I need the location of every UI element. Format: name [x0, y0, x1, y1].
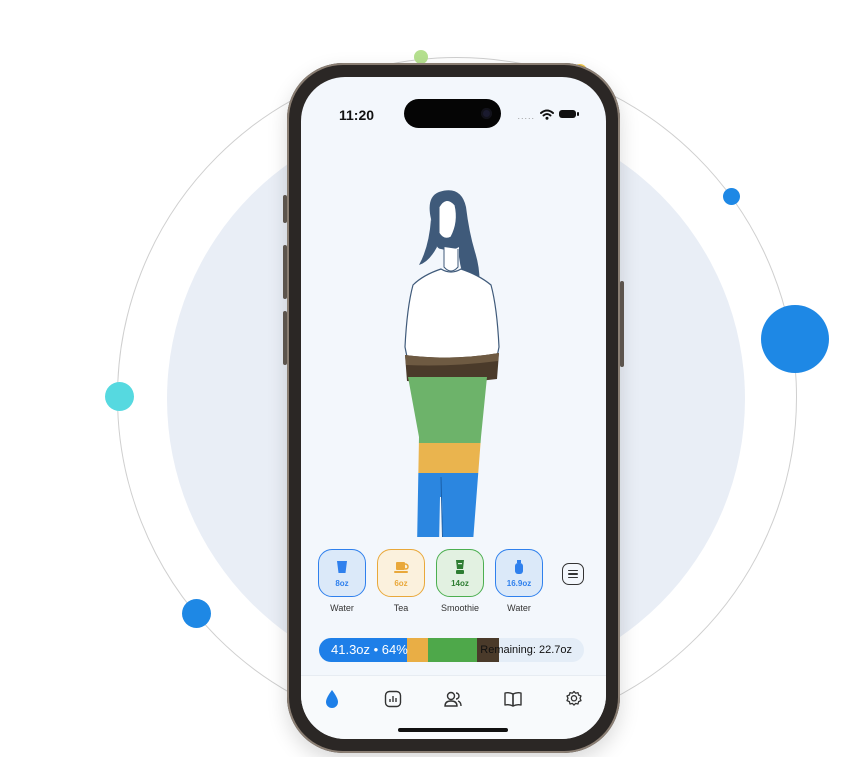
action-button — [283, 195, 287, 223]
drink-water-8oz[interactable]: 8oz Water — [318, 549, 366, 613]
tab-friends[interactable] — [442, 688, 464, 710]
app-screen: 11:20 ..... 8oz Water 6oz Tea 14oz Smoot… — [301, 77, 606, 739]
blender-icon — [456, 559, 464, 574]
decor-dot-blue-medium — [182, 599, 211, 628]
tab-stats[interactable] — [382, 688, 404, 710]
remaining-text: Remaining: 22.7oz — [480, 644, 572, 656]
drink-button[interactable]: 6oz — [377, 549, 425, 597]
power-button — [620, 281, 624, 367]
drink-water-16.9oz[interactable]: 16.9oz Water — [495, 549, 543, 613]
tab-journal[interactable] — [502, 688, 524, 710]
tab-hydration[interactable] — [321, 688, 343, 710]
decor-dot-cyan — [105, 382, 134, 411]
volume-down-button — [283, 311, 287, 365]
drink-amount: 16.9oz — [506, 578, 532, 588]
drink-button[interactable]: 14oz — [436, 549, 484, 597]
progress-text: 41.3oz • 64% — [331, 642, 408, 657]
chart-icon — [384, 690, 402, 708]
drink-amount: 14oz — [451, 578, 469, 588]
drink-list-button[interactable] — [562, 563, 584, 585]
decor-dot-blue-large — [761, 305, 829, 373]
water-drop-icon — [326, 690, 338, 708]
list-icon — [568, 569, 578, 572]
signal-icon: ..... — [517, 111, 535, 121]
dynamic-island — [404, 99, 501, 128]
quick-add-drinks: 8oz Water 6oz Tea 14oz Smoothie 16.9oz W… — [301, 549, 606, 619]
progress-segment-tea — [406, 638, 428, 662]
decor-dot-lime — [414, 50, 428, 64]
figure-band-tea — [408, 443, 487, 473]
status-icons: ..... — [517, 107, 579, 121]
figure-neck — [443, 247, 459, 272]
drink-button[interactable]: 16.9oz — [495, 549, 543, 597]
gear-icon — [566, 690, 582, 706]
tab-bar — [301, 675, 606, 739]
camera-icon — [481, 108, 492, 119]
drink-label: Water — [507, 603, 531, 613]
drink-amount: 6oz — [394, 578, 408, 588]
book-icon — [504, 691, 522, 707]
volume-up-button — [283, 245, 287, 299]
drink-label: Tea — [393, 603, 409, 613]
bottle-icon — [515, 559, 523, 574]
figure-band-smoothie — [408, 377, 487, 443]
drink-button[interactable]: 8oz — [318, 549, 366, 597]
figure-band-water — [408, 473, 487, 537]
drink-tea-6oz[interactable]: 6oz Tea — [377, 549, 425, 613]
teapot-icon — [394, 561, 409, 573]
phone-frame: 11:20 ..... 8oz Water 6oz Tea 14oz Smoot… — [283, 63, 624, 753]
battery-icon — [559, 110, 579, 118]
home-indicator — [398, 728, 508, 732]
progress-segment-smoothie — [428, 638, 478, 662]
drink-amount: 8oz — [335, 578, 349, 588]
tab-settings[interactable] — [563, 688, 585, 710]
wifi-icon — [540, 109, 554, 120]
decor-dot-blue-small — [723, 188, 740, 205]
drink-smoothie-14oz[interactable]: 14oz Smoothie — [436, 549, 484, 613]
people-icon — [444, 691, 462, 707]
cup-icon — [337, 560, 347, 573]
hydration-body-figure — [404, 190, 500, 537]
drink-label: Water — [330, 603, 354, 613]
daily-progress-bar: 41.3oz • 64% Remaining: 22.7oz — [319, 638, 584, 662]
drink-label: Smoothie — [440, 603, 480, 613]
status-time: 11:20 — [339, 107, 375, 123]
figure-shirt — [404, 268, 500, 361]
